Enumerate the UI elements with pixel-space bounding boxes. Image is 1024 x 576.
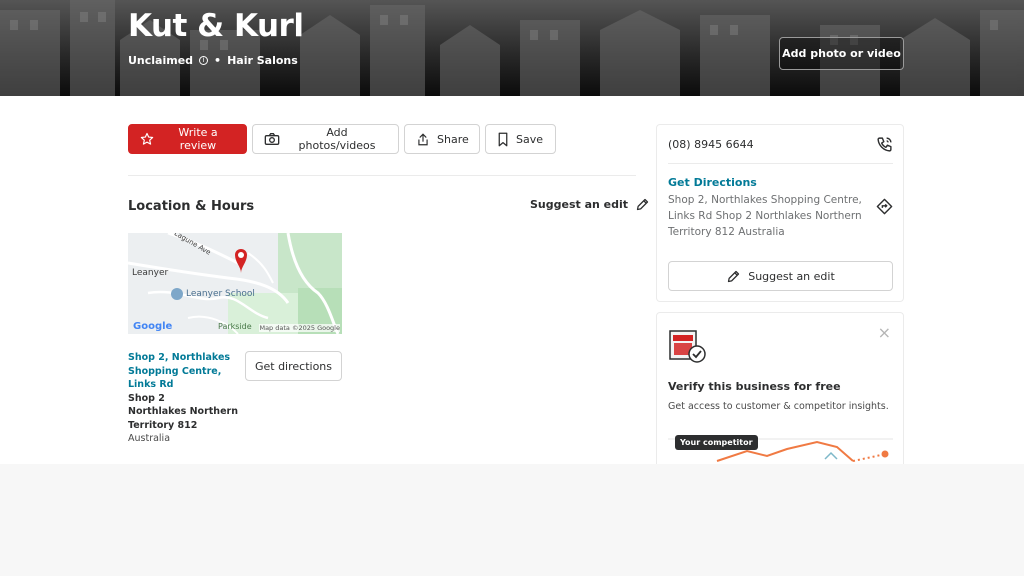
suggest-edit-button-label: Suggest an edit — [748, 269, 835, 283]
separator-dot: • — [214, 54, 222, 67]
section-divider — [128, 175, 636, 176]
address-link[interactable]: Shop 2, Northlakes Shopping Centre, Link… — [128, 351, 240, 392]
share-button[interactable]: Share — [404, 124, 480, 154]
get-directions-button[interactable]: Get directions — [245, 351, 342, 381]
suggest-edit-label: Suggest an edit — [530, 198, 629, 211]
star-icon — [140, 132, 154, 145]
phone-number[interactable]: (08) 8945 6644 — [668, 138, 754, 151]
business-name: Kut & Kurl — [128, 8, 304, 44]
action-buttons: Write a review Add photos/videos Share S… — [128, 124, 556, 154]
main-content: Write a review Add photos/videos Share S… — [0, 96, 1024, 464]
pencil-icon — [728, 270, 740, 282]
add-photo-or-video-button[interactable]: Add photo or video — [779, 37, 904, 70]
hero-banner: Kut & Kurl Unclaimed i • Hair Salons Add… — [0, 0, 1024, 96]
card-divider — [668, 163, 893, 164]
phone-icon[interactable] — [876, 136, 893, 153]
save-button[interactable]: Save — [485, 124, 556, 154]
map-suburb-label: Leanyer — [132, 268, 169, 278]
location-hours-title: Location & Hours — [128, 199, 255, 214]
suggest-edit-button[interactable]: Suggest an edit — [668, 261, 893, 291]
verify-title: Verify this business for free — [668, 380, 841, 393]
info-icon[interactable]: i — [199, 56, 209, 65]
business-meta: Unclaimed i • Hair Salons — [128, 54, 298, 67]
close-icon[interactable]: × — [878, 323, 891, 342]
map-school-label: Leanyer School — [186, 289, 255, 299]
category-link[interactable]: Hair Salons — [227, 54, 298, 67]
address-line-3: Northlakes Northern Territory 812 — [128, 406, 238, 431]
location-map[interactable]: Lagune Ave Leanyer Leanyer School Parksi… — [128, 233, 342, 334]
add-photos-videos-button[interactable]: Add photos/videos — [252, 124, 399, 154]
verify-business-card: × Verify this business for free Get acce… — [656, 312, 904, 464]
pencil-icon — [636, 198, 649, 211]
write-review-label: Write a review — [178, 126, 218, 152]
verify-subtitle: Get access to customer & competitor insi… — [668, 401, 889, 412]
add-photos-label: Add photos/videos — [298, 126, 376, 152]
bookmark-icon — [498, 132, 508, 146]
address-country: Australia — [128, 433, 171, 444]
contact-card: (08) 8945 6644 Get Directions Shop 2, No… — [656, 124, 904, 302]
directions-address: Shop 2, Northlakes Shopping Centre, Link… — [668, 194, 862, 238]
storefront-verify-icon — [669, 330, 706, 363]
map-google-logo: Google — [133, 321, 173, 332]
address-line-2: Shop 2 — [128, 392, 165, 404]
competitor-tag: Your competitor — [675, 435, 758, 450]
get-directions-link[interactable]: Get Directions — [668, 176, 757, 189]
map-park-label: Parkside — [218, 322, 252, 331]
business-page: Kut & Kurl Unclaimed i • Hair Salons Add… — [0, 0, 1024, 576]
share-label: Share — [437, 132, 469, 146]
share-icon — [418, 132, 428, 145]
write-review-button[interactable]: Write a review — [128, 124, 247, 154]
page-footer-area — [0, 464, 1024, 576]
directions-icon[interactable] — [876, 198, 893, 215]
map-attribution: Map data ©2025 Google — [259, 324, 340, 332]
save-label: Save — [516, 132, 544, 146]
camera-icon — [264, 133, 280, 145]
claim-status: Unclaimed — [128, 54, 194, 67]
address-block: Shop 2, Northlakes Shopping Centre, Link… — [128, 351, 240, 446]
suggest-edit-link[interactable]: Suggest an edit — [530, 197, 650, 212]
map-graphic — [128, 233, 342, 334]
